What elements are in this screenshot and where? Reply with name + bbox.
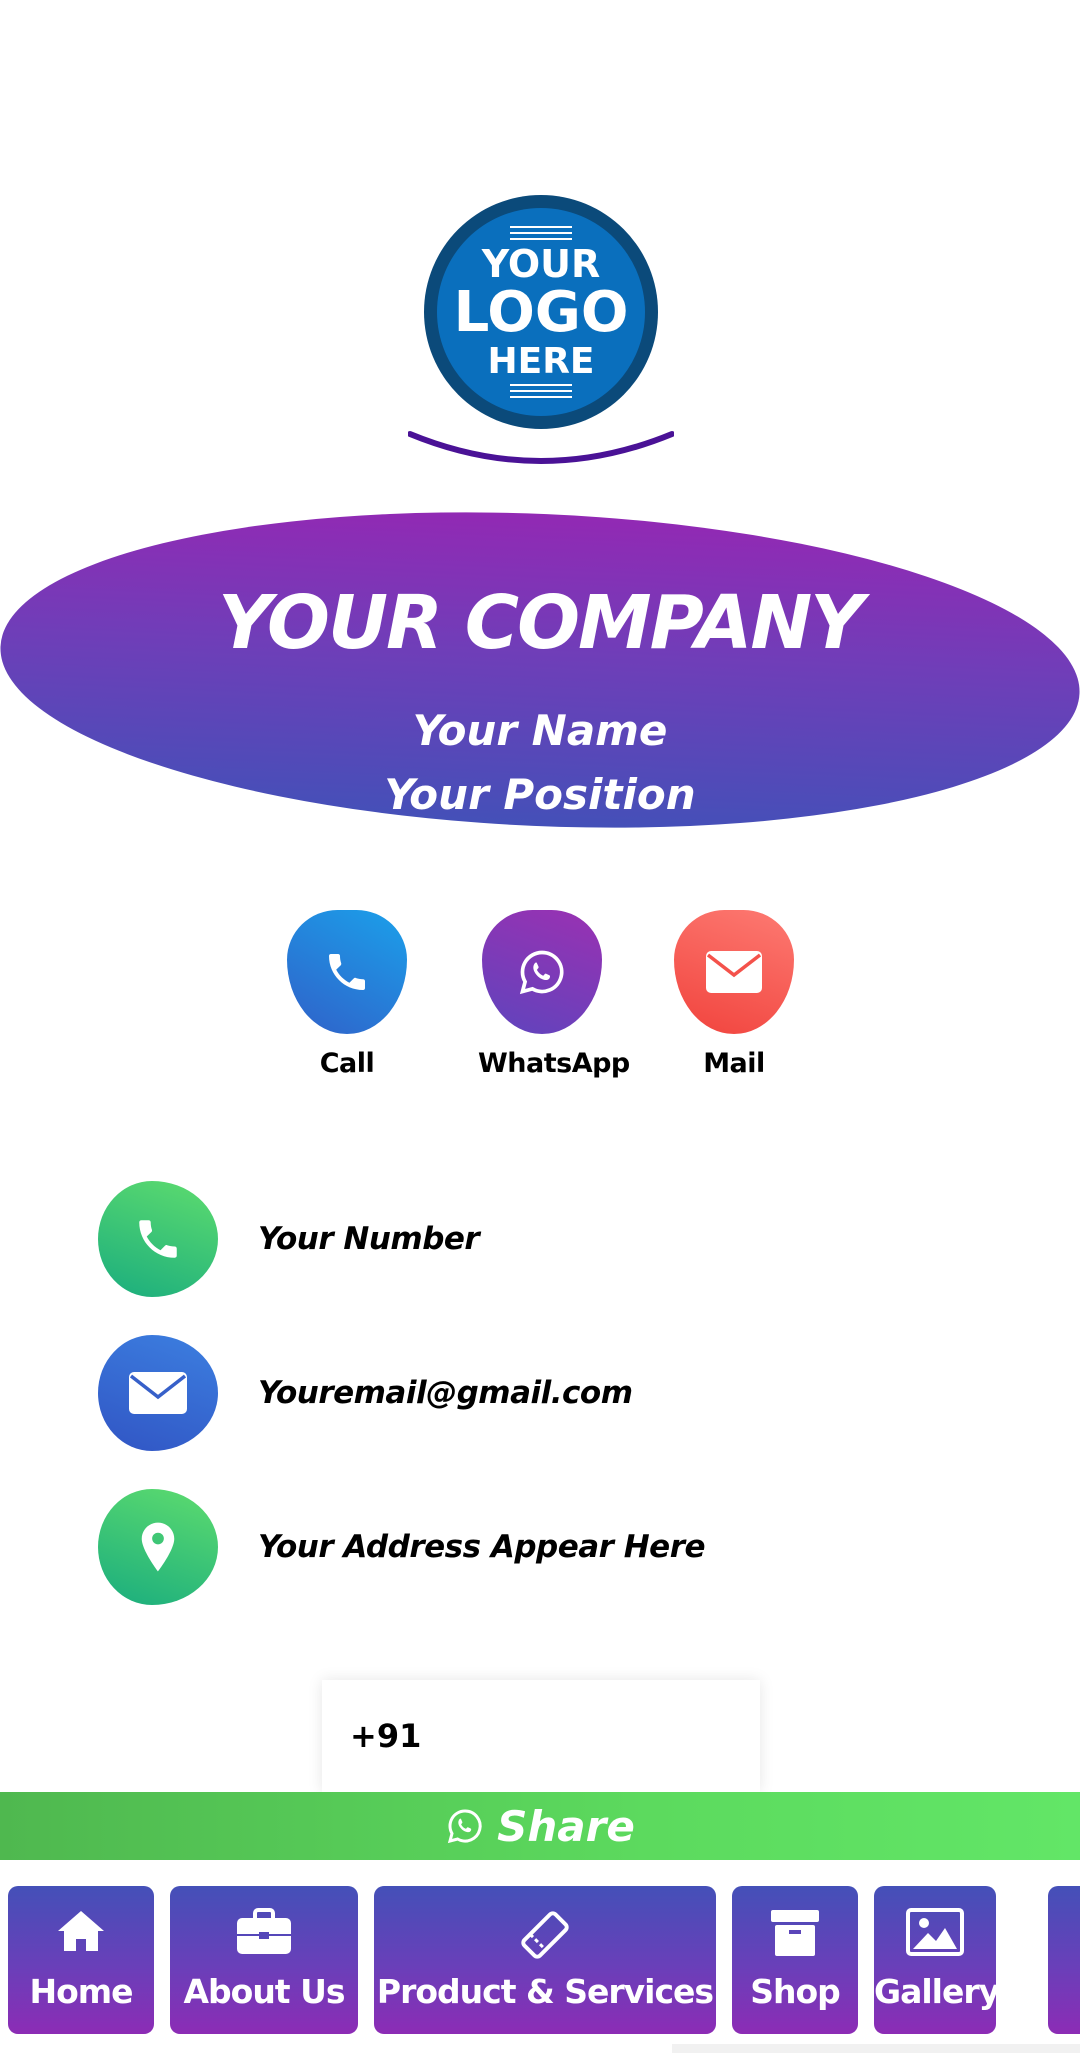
contact-number-row[interactable]: Your Number	[98, 1180, 998, 1298]
logo-line-3: HERE	[487, 341, 594, 382]
nav-home-label: Home	[29, 1972, 133, 2011]
contact-address-row[interactable]: Your Address Appear Here	[98, 1488, 998, 1606]
tag-icon	[521, 1911, 569, 1959]
call-label: Call	[319, 1048, 375, 1079]
whatsapp-blob[interactable]	[482, 910, 602, 1034]
person-position: Your Position	[384, 770, 696, 819]
horizontal-scrollbar[interactable]	[672, 2044, 1080, 2053]
share-button[interactable]: Share	[0, 1792, 1080, 1860]
nav-more-item[interactable]	[1048, 1886, 1080, 2034]
whatsapp-icon	[519, 950, 564, 995]
mail-blob[interactable]	[674, 910, 794, 1034]
nav-product-services-label: Product & Services	[376, 1972, 714, 2011]
share-label: Share	[497, 1801, 635, 1851]
nav-shop[interactable]: Shop	[732, 1886, 858, 2034]
logo-line-2: LOGO	[454, 280, 629, 345]
location-pin-icon	[141, 1522, 175, 1572]
phone-icon	[139, 1220, 177, 1258]
share-phone-input[interactable]	[350, 1717, 730, 1755]
contact-number-text: Your Number	[258, 1221, 480, 1257]
company-logo: YOUR LOGO HERE	[424, 195, 658, 429]
person-name: Your Name	[412, 706, 668, 755]
whatsapp-label: WhatsApp	[478, 1048, 630, 1079]
share-phone-box	[322, 1680, 760, 1792]
box-icon	[771, 1910, 819, 1956]
contact-email-blob	[98, 1335, 218, 1451]
home-icon	[58, 1911, 104, 1951]
contact-number-blob	[98, 1181, 218, 1297]
whatsapp-button[interactable]: WhatsApp	[478, 910, 630, 1079]
mail-icon	[129, 1372, 187, 1414]
call-blob[interactable]	[287, 910, 407, 1034]
whatsapp-icon	[448, 1809, 482, 1844]
contact-address-text: Your Address Appear Here	[258, 1529, 706, 1565]
call-button[interactable]: Call	[285, 910, 409, 1079]
nav-shop-label: Shop	[750, 1972, 841, 2011]
nav-gallery[interactable]: Gallery	[874, 1886, 1000, 2034]
mail-icon	[706, 951, 762, 993]
company-name: YOUR COMPANY	[218, 580, 864, 666]
contact-email-row[interactable]: Youremail@gmail.com	[98, 1334, 998, 1452]
mail-button[interactable]: Mail	[672, 910, 796, 1079]
bottom-nav: Home About Us Product & Services Shop Ga…	[0, 1872, 1080, 2053]
contact-email-text: Youremail@gmail.com	[258, 1375, 633, 1411]
nav-gallery-label: Gallery	[874, 1972, 1000, 2011]
nav-product-services[interactable]: Product & Services	[374, 1886, 716, 2034]
nav-home[interactable]: Home	[8, 1886, 154, 2034]
logo-underline-arc	[408, 431, 674, 464]
mail-label: Mail	[703, 1048, 765, 1079]
image-icon	[906, 1908, 964, 1956]
contact-address-blob	[98, 1489, 218, 1605]
briefcase-icon	[237, 1908, 291, 1954]
nav-about-us[interactable]: About Us	[170, 1886, 358, 2034]
nav-about-us-label: About Us	[183, 1972, 345, 2011]
phone-icon	[329, 954, 365, 990]
